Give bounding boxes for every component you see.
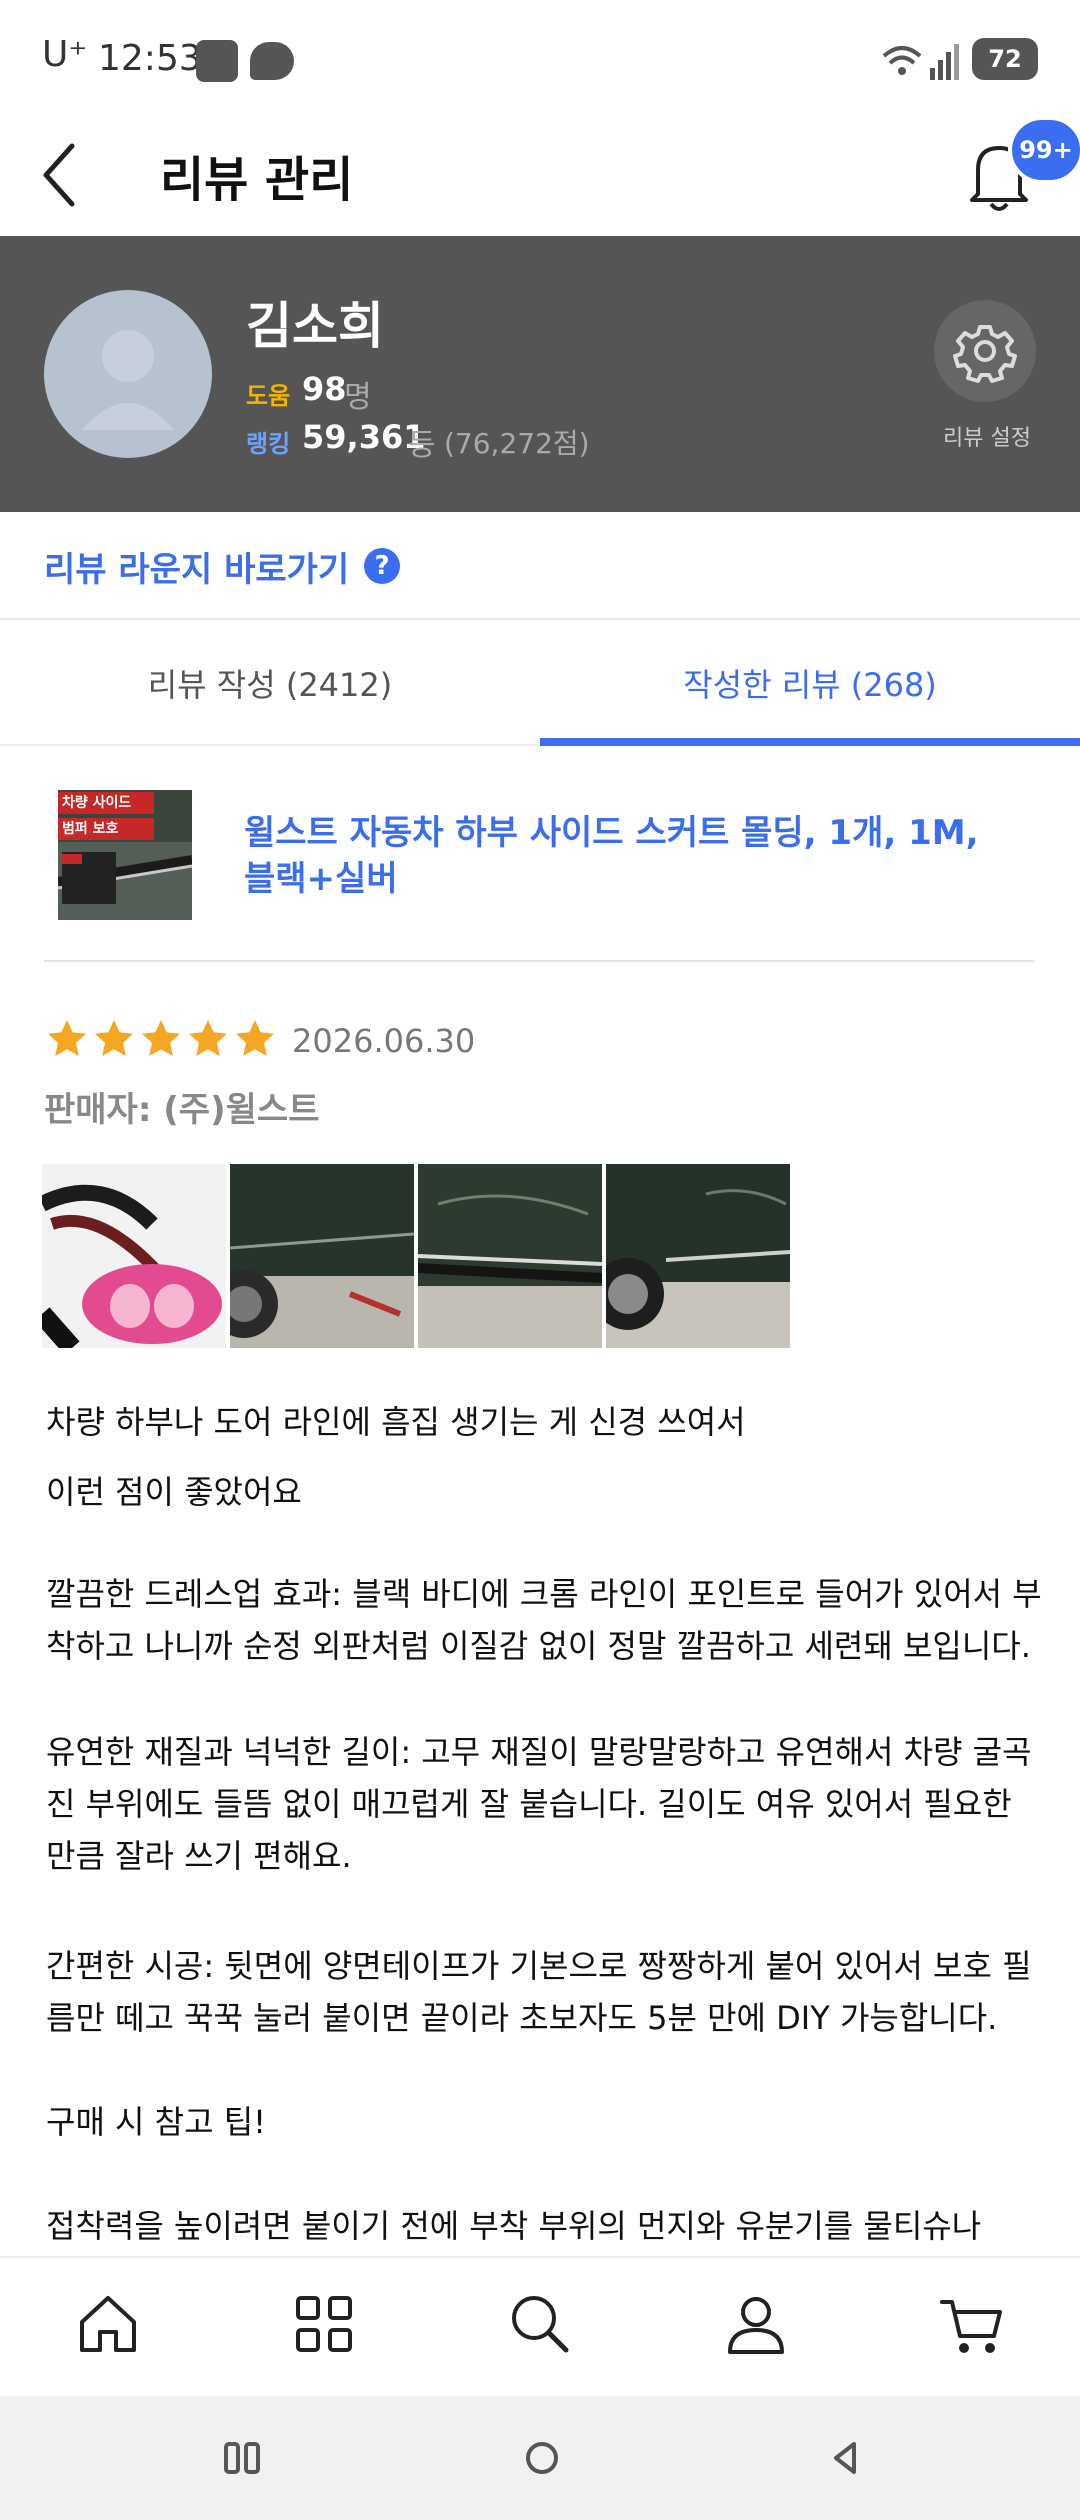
review-photo[interactable] [606,1164,790,1348]
thumbnail-tag: 차량 사이드 [58,792,154,814]
avatar-placeholder-icon [82,330,174,430]
thumbnail-tag: 범퍼 보호 [58,818,154,840]
star-icon [95,1020,133,1056]
review-text: 구매 시 참고 팁! [46,2103,266,2141]
rank-score: (76,272점) [444,427,590,460]
avatar [44,290,212,458]
notification-badge: 99+ [1008,116,1080,184]
notification-app-icon [196,40,238,82]
user-icon[interactable] [720,2288,792,2360]
rank-unit: 등 [408,428,436,463]
star-rating [48,1020,274,1056]
status-time: 12:53 [98,38,202,79]
star-icon [142,1020,180,1056]
seller-name: 판매자: (주)윌스트 [44,1090,320,1130]
help-unit: 명 [344,380,372,415]
review-photo-image [606,1164,790,1348]
review-photo[interactable] [418,1164,602,1348]
review-lounge-link[interactable]: 리뷰 라운지 바로가기 [44,542,349,591]
home-button-icon[interactable] [522,2438,562,2478]
star-icon [48,1020,86,1056]
review-photo-image [418,1164,602,1348]
recent-apps-icon[interactable] [220,2440,264,2476]
star-icon [189,1020,227,1056]
gear-icon [953,325,1017,383]
product-thumbnail[interactable]: 차량 사이드 범퍼 보호 [58,790,192,920]
review-photo-image [42,1164,226,1348]
chat-app-icon [250,42,294,80]
carrier-label: U⁺ [42,34,88,75]
review-settings-label: 리뷰 설정 [943,426,1031,451]
home-icon[interactable] [72,2288,144,2360]
page-title: 리뷰 관리 [160,152,354,208]
system-back-icon[interactable] [828,2440,864,2476]
review-text: 간편한 시공: 뒷면에 양면테이프가 기본으로 짱짱하게 붙어 있어서 보호 필… [46,1947,1032,2037]
review-text: 이런 점이 좋았어요 [46,1473,302,1511]
star-icon [236,1020,274,1056]
user-name: 김소희 [246,297,384,355]
tab-written-reviews[interactable]: 작성한 리뷰 (268) [540,640,1080,740]
review-photo-image [230,1164,414,1348]
active-tab-indicator [540,738,1080,746]
review-text: 유연한 재질과 넉넉한 길이: 고무 재질이 말랑말랑하고 유연해서 차량 굴곡… [46,1733,1032,1875]
rank-label: 랭킹 [246,430,291,458]
review-photo[interactable] [230,1164,414,1348]
product-name-link[interactable]: 윌스트 자동차 하부 사이드 스커트 몰딩, 1개, 1M, 블랙+실버 [244,810,1004,902]
wifi-signal-icon [882,44,959,80]
back-button[interactable] [30,130,90,220]
help-label: 도움 [246,382,291,410]
grid-icon[interactable] [288,2288,360,2360]
review-photo[interactable] [42,1164,226,1348]
review-text: 차량 하부나 도어 라인에 흠집 생기는 게 신경 쓰여서 [46,1403,746,1441]
tab-write-review[interactable]: 리뷰 작성 (2412) [0,640,540,740]
divider [44,960,1034,962]
review-date: 2026.06.30 [292,1022,476,1060]
battery-indicator: 72 [972,38,1038,80]
search-icon[interactable] [504,2288,576,2360]
rank-value: 59,361 [302,418,426,456]
help-icon[interactable]: ? [364,548,400,584]
cart-icon[interactable] [936,2288,1008,2360]
divider [0,618,1080,620]
help-count: 98 [302,370,347,408]
review-settings-button[interactable] [934,300,1036,402]
review-text: 깔끔한 드레스업 효과: 블랙 바디에 크롬 라인이 포인트로 들어가 있어서 … [46,1575,1042,1665]
